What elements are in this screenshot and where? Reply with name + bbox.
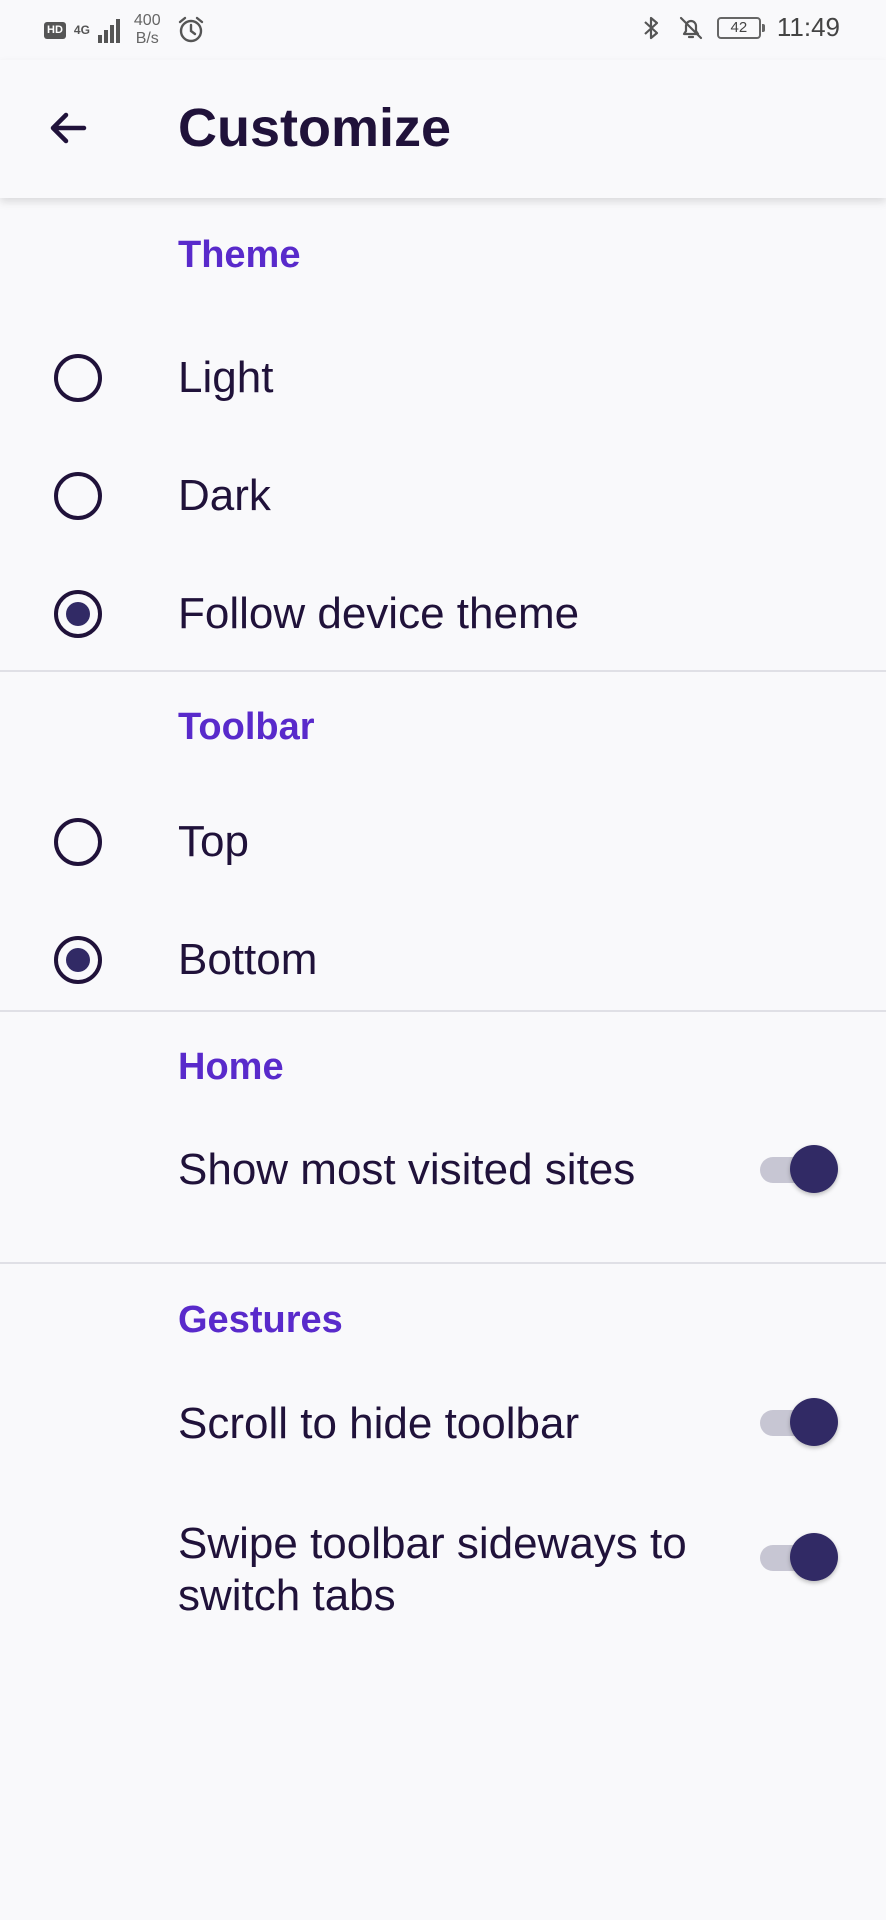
toolbar-section: Toolbar Top Bottom (0, 672, 886, 1018)
swipe-toolbar-sideways-row[interactable]: Swipe toolbar sideways to switch tabs (0, 1518, 886, 1668)
radio-button-checked[interactable] (54, 936, 102, 984)
switch-label: Swipe toolbar sideways to switch tabs (178, 1519, 687, 1620)
app-bar: Customize (0, 60, 886, 198)
gestures-section: Gestures Scroll to hide toolbar Swipe to… (0, 1264, 886, 1668)
home-section-header: Home (178, 1045, 284, 1088)
theme-section-header: Theme (178, 234, 301, 276)
settings-list: Theme Light Dark Follow device theme Too… (0, 198, 886, 1668)
network-speed: 400 B/s (134, 12, 161, 48)
theme-option-label: Follow device theme (178, 589, 580, 638)
theme-option-label: Dark (178, 471, 271, 520)
switch-thumb (790, 1145, 838, 1193)
hd-voice-icon: HD (44, 21, 66, 39)
theme-option-light[interactable]: Light (0, 318, 886, 436)
radio-button-unchecked[interactable] (54, 818, 102, 866)
notifications-muted-icon (679, 16, 702, 39)
home-section: Home Show most visited sites (0, 1012, 886, 1264)
arrow-back-icon (50, 112, 87, 144)
network-speed-unit: B/s (135, 30, 159, 47)
show-most-visited-sites-switch[interactable] (760, 1144, 838, 1194)
radio-button-unchecked[interactable] (54, 354, 102, 402)
radio-button-checked[interactable] (54, 590, 102, 638)
toolbar-option-top[interactable]: Top (0, 782, 886, 900)
gestures-section-header: Gestures (178, 1298, 343, 1341)
switch-label: Scroll to hide toolbar (178, 1399, 580, 1448)
scroll-to-hide-toolbar-switch[interactable] (760, 1397, 838, 1447)
toolbar-section-header: Toolbar (178, 705, 315, 748)
swipe-toolbar-sideways-switch[interactable] (760, 1532, 838, 1582)
theme-section: Theme Light Dark Follow device theme (0, 198, 886, 672)
page-title: Customize (178, 98, 452, 158)
status-bar: HD 4G 400 B/s 42 11:49 (0, 0, 886, 60)
alarm-icon (178, 16, 203, 43)
bluetooth-icon (644, 16, 658, 39)
network-type-indicator: 4G (73, 23, 90, 37)
toolbar-option-label: Bottom (178, 935, 318, 984)
radio-button-unchecked[interactable] (54, 472, 102, 520)
switch-label: Show most visited sites (178, 1145, 636, 1194)
theme-option-follow-device[interactable]: Follow device theme (0, 554, 886, 672)
toolbar-option-bottom[interactable]: Bottom (0, 900, 886, 1018)
theme-option-label: Light (178, 353, 274, 402)
back-button[interactable] (36, 96, 100, 160)
battery-icon: 42 (716, 16, 765, 39)
toolbar-option-label: Top (178, 817, 249, 866)
switch-thumb (790, 1398, 838, 1446)
clock: 11:49 (776, 12, 840, 42)
signal-strength-icon (97, 17, 120, 43)
network-speed-value: 400 (133, 12, 161, 29)
theme-option-dark[interactable]: Dark (0, 436, 886, 554)
show-most-visited-sites-row[interactable]: Show most visited sites (0, 1122, 886, 1264)
switch-thumb (790, 1533, 838, 1581)
scroll-to-hide-toolbar-row[interactable]: Scroll to hide toolbar (0, 1376, 886, 1518)
